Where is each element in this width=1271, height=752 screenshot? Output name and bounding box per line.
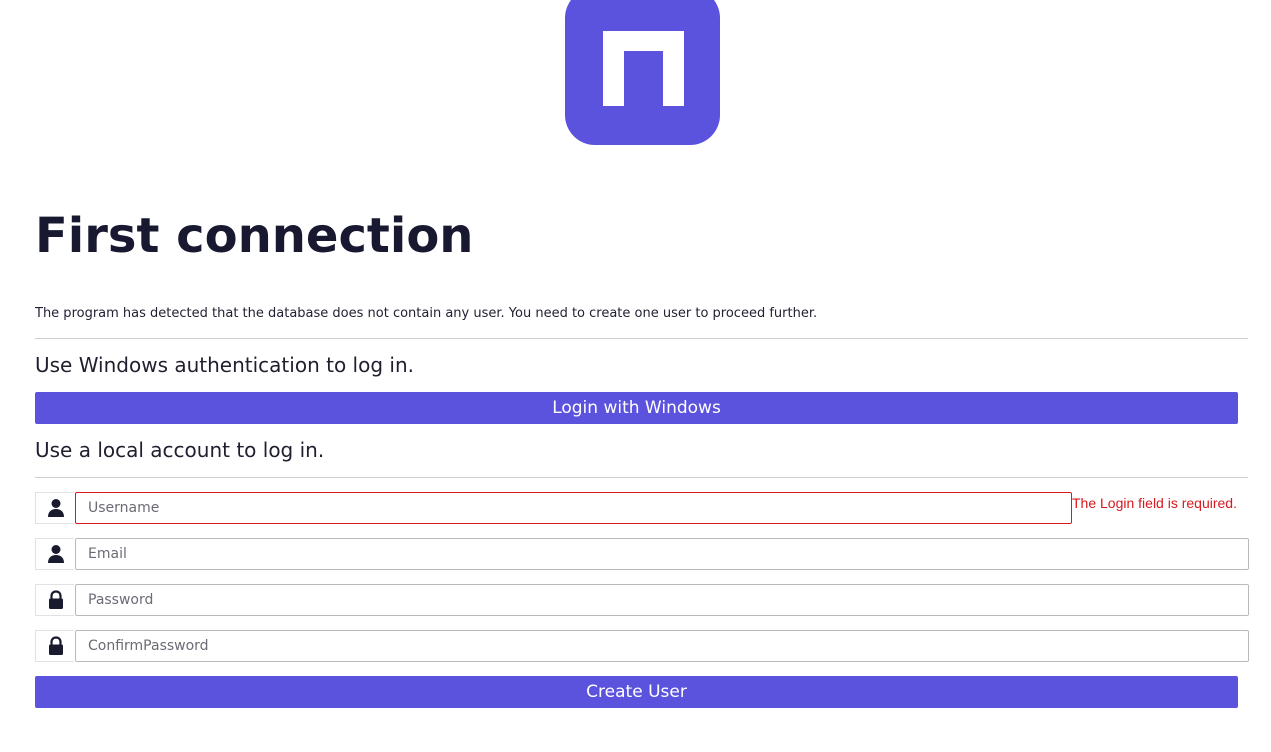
username-input[interactable]: [75, 492, 1072, 524]
intro-text: The program has detected that the databa…: [35, 306, 818, 321]
user-icon: [35, 538, 74, 570]
username-error-message: The Login field is required.: [1072, 495, 1237, 511]
divider: [35, 338, 1248, 339]
page-title: First connection: [35, 208, 474, 264]
app-logo: [565, 0, 720, 145]
lock-icon: [35, 584, 74, 616]
local-account-heading: Use a local account to log in.: [35, 438, 325, 462]
email-input[interactable]: [75, 538, 1249, 570]
windows-auth-heading: Use Windows authentication to log in.: [35, 353, 414, 377]
logo-n-icon: [603, 31, 684, 106]
first-connection-page: First connection The program has detecte…: [0, 0, 1271, 752]
password-input[interactable]: [75, 584, 1249, 616]
login-with-windows-button[interactable]: Login with Windows: [35, 392, 1238, 424]
lock-icon: [35, 630, 74, 662]
divider: [35, 477, 1248, 478]
user-icon: [35, 492, 74, 524]
create-user-button[interactable]: Create User: [35, 676, 1238, 708]
confirm-password-input[interactable]: [75, 630, 1249, 662]
